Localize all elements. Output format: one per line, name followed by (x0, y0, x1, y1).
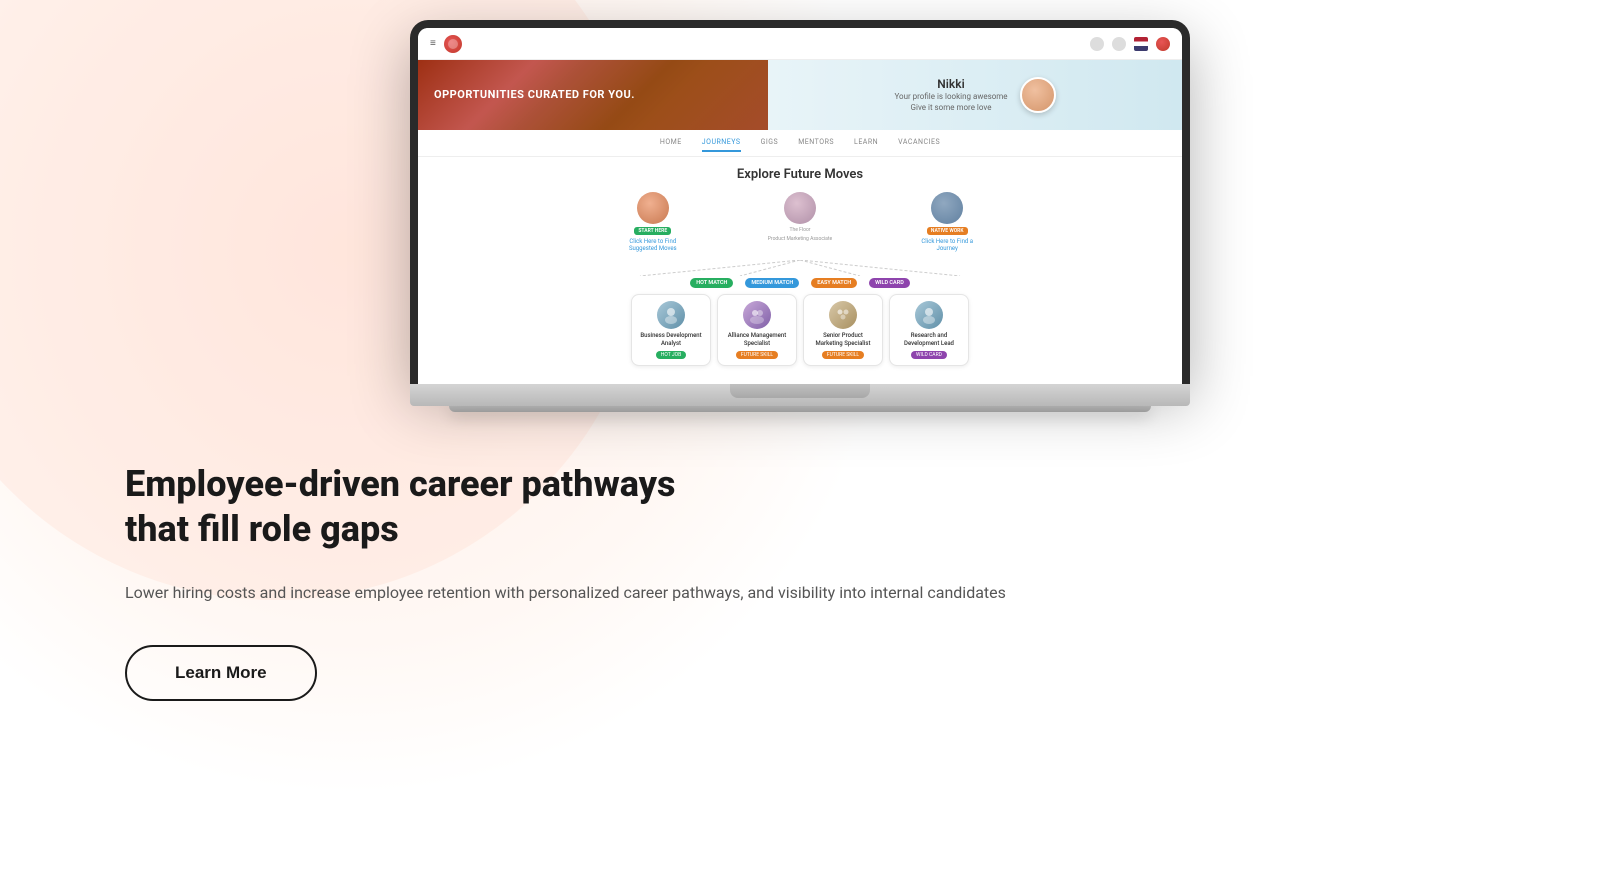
laptop-foot (449, 406, 1151, 412)
user-start-label: Click Here to Find Suggested Moves (618, 238, 688, 252)
role-card-0: Business Development Analyst HOT JOB (631, 294, 711, 366)
laptop-notch (730, 384, 870, 398)
role-card-3: Research and Development Lead WILD CARD (889, 294, 969, 366)
tab-learn[interactable]: LEARN (854, 138, 878, 152)
user-start-avatar (637, 192, 669, 224)
native-badge: NATIVE WORK (927, 227, 968, 235)
user-native-label: Click Here to Find a Journey (912, 238, 982, 252)
tab-home[interactable]: HOME (660, 138, 682, 152)
nav-icons (1090, 37, 1170, 51)
journey-user-native: NATIVE WORK Click Here to Find a Journey (912, 192, 982, 252)
tag-medium-match: MEDIUM MATCH (745, 278, 799, 288)
role-title-2: Senior Product Marketing Specialist (810, 332, 876, 348)
menu-icon[interactable]: ≡ (430, 38, 436, 49)
language-flag-icon[interactable] (1134, 37, 1148, 51)
user-floor-name: The Floor (789, 227, 810, 233)
role-badge-3: WILD CARD (911, 351, 947, 359)
tag-hot-match: HOT MATCH (690, 278, 733, 288)
app-logo-icon (444, 35, 462, 53)
journey-connections-svg (438, 260, 1162, 276)
role-cards-row: Business Development Analyst HOT JOB All… (438, 294, 1162, 374)
role-title-0: Business Development Analyst (638, 332, 704, 348)
role-avatar-2 (829, 301, 857, 329)
app-tabs: HOME JOURNEYS GIGS MENTORS LEARN VACANCI… (418, 130, 1182, 157)
hero-image: OPPORTUNITIES CURATED FOR YOU. (418, 60, 768, 130)
journey-user-floor: The Floor Product Marketing Associate (768, 192, 832, 252)
role-badge-2: FUTURE SKILL (822, 351, 864, 359)
role-card-2: Senior Product Marketing Specialist FUTU… (803, 294, 883, 366)
hero-profile-info: Nikki Your profile is looking awesomeGiv… (894, 77, 1007, 113)
role-title-3: Research and Development Lead (896, 332, 962, 348)
laptop-frame: ≡ OPPORTUNITIES CURATED FOR YOU. (410, 20, 1190, 384)
journeys-title: Explore Future Moves (438, 167, 1162, 182)
role-card-1: Alliance Management Specialist FUTURE SK… (717, 294, 797, 366)
headline-line2: that fill role gaps (125, 508, 399, 550)
tab-gigs[interactable]: GIGS (761, 138, 779, 152)
user-native-avatar (931, 192, 963, 224)
role-title-1: Alliance Management Specialist (724, 332, 790, 348)
role-avatar-1 (743, 301, 771, 329)
journeys-section: Explore Future Moves START HERE Click He… (418, 157, 1182, 384)
main-headline: Employee-driven career pathways that fil… (125, 462, 685, 552)
laptop-screen: ≡ OPPORTUNITIES CURATED FOR YOU. (418, 28, 1182, 384)
bottom-section: Employee-driven career pathways that fil… (0, 412, 1600, 702)
main-description: Lower hiring costs and increase employee… (125, 580, 1275, 606)
learn-more-button[interactable]: Learn More (125, 645, 317, 701)
user-floor-role: Product Marketing Associate (768, 236, 832, 242)
app-navbar: ≡ (418, 28, 1182, 60)
tab-vacancies[interactable]: VACANCIES (898, 138, 940, 152)
user-floor-avatar (784, 192, 816, 224)
hero-profile-avatar (1020, 77, 1056, 113)
notification-icon[interactable] (1112, 37, 1126, 51)
headline-line1: Employee-driven career pathways (125, 463, 676, 505)
laptop-base (410, 384, 1190, 406)
tag-wild-card: WILD CARD (869, 278, 910, 288)
tab-journeys[interactable]: JOURNEYS (702, 138, 741, 152)
tag-easy-match: EASY MATCH (811, 278, 857, 288)
role-badge-1: FUTURE SKILL (736, 351, 778, 359)
hero-profile-message: Your profile is looking awesomeGive it s… (894, 91, 1007, 113)
tab-mentors[interactable]: MENTORS (798, 138, 834, 152)
hero-profile-card: Nikki Your profile is looking awesomeGiv… (768, 60, 1182, 130)
hero-banner: OPPORTUNITIES CURATED FOR YOU. Nikki You… (418, 60, 1182, 130)
laptop-mockup: ≡ OPPORTUNITIES CURATED FOR YOU. (410, 20, 1190, 412)
role-avatar-3 (915, 301, 943, 329)
start-badge: START HERE (634, 227, 671, 235)
hero-profile-name: Nikki (894, 77, 1007, 91)
journey-user-start: START HERE Click Here to Find Suggested … (618, 192, 688, 252)
page-content: ≡ OPPORTUNITIES CURATED FOR YOU. (0, 0, 1600, 701)
user-avatar-icon[interactable] (1156, 37, 1170, 51)
role-avatar-0 (657, 301, 685, 329)
match-tags-row: HOT MATCH MEDIUM MATCH EASY MATCH WILD C… (438, 278, 1162, 288)
journey-users-row: START HERE Click Here to Find Suggested … (438, 192, 1162, 252)
search-icon[interactable] (1090, 37, 1104, 51)
journey-lines-container (438, 260, 1162, 276)
hero-tagline: OPPORTUNITIES CURATED FOR YOU. (434, 87, 635, 102)
role-badge-0: HOT JOB (656, 351, 686, 359)
